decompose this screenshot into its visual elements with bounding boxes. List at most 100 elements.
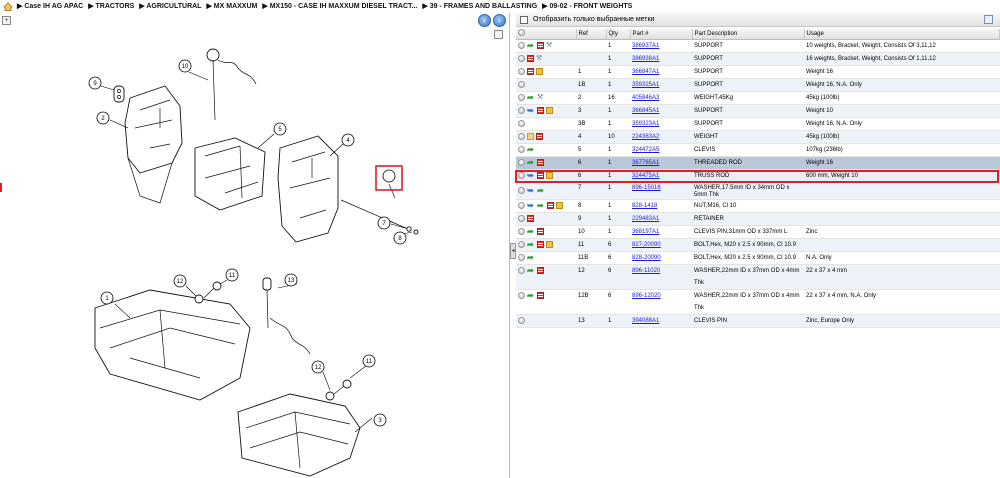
retainer-part-9[interactable] [113,85,125,103]
box-icon[interactable] [546,172,553,179]
green-arrow-icon[interactable]: ➦ [527,42,535,50]
list-icon[interactable] [537,241,544,248]
box-icon[interactable] [536,68,543,75]
table-row[interactable]: 1 1 366847A1 SUPPORT Weight 16 [516,65,1000,79]
home-icon[interactable] [3,2,13,11]
column-header-ref[interactable]: Ref [576,29,607,40]
blue-arrow-icon[interactable]: ➥ [527,107,535,115]
part-number-link[interactable]: 324472A5 [632,147,659,153]
list-icon[interactable] [527,215,534,222]
column-header-usage[interactable]: Usage [804,29,1000,40]
support-part-3[interactable] [237,393,361,477]
part-number-link[interactable]: 367765A1 [632,160,659,166]
callout-label[interactable]: 11 [366,359,373,365]
part-number-link[interactable]: 324475A1 [632,173,659,179]
select-all-header[interactable] [516,29,577,40]
radio-icon[interactable] [518,215,525,222]
radio-icon[interactable] [518,55,525,62]
wrench-icon[interactable]: ⚒ [536,55,543,62]
back-button[interactable]: ‹ [478,14,491,27]
radio-icon[interactable] [518,68,525,75]
part-number-link[interactable]: 896-11020 [632,268,660,274]
callout-label[interactable]: 11 [229,273,236,279]
forward-button[interactable]: › [493,14,506,27]
green-arrow-icon[interactable]: ➦ [527,254,535,262]
table-row[interactable]: 1B 1 359325A1 SUPPORT Weight 16, N.A. Only [516,78,1000,92]
radio-icon[interactable] [518,29,525,37]
green-arrow-icon[interactable]: ➦ [527,146,535,154]
radio-icon[interactable] [518,228,525,235]
part-number-link[interactable]: 828-20090 [632,255,661,261]
breadcrumb-item[interactable]: TRACTORS [96,3,135,10]
table-row[interactable]: ➦ 11 6 827-20090 BOLT,Hex, M20 x 2.5 x 90mm,… [516,238,1000,252]
column-header-part[interactable]: Part # [630,29,693,40]
callout-label[interactable]: 12 [315,365,322,371]
table-row[interactable]: 4 10 224383A2 WEIGHT 45kg (100lb) [516,130,1000,144]
part-number-link[interactable]: 896-15016 [632,185,661,191]
radio-icon[interactable] [518,254,525,261]
part-number-link[interactable]: 366847A1 [632,69,659,75]
part-number-link[interactable]: 359325A1 [632,82,659,88]
part-number-link[interactable]: 229483A1 [632,216,659,222]
table-row[interactable]: ➥ ➦ 7 1 896-15016 WASHER,17.5mm ID x 34mm OD … [516,182,1000,200]
weight-part-2[interactable] [124,85,183,204]
breadcrumb-item[interactable]: MX MAXXUM [214,3,258,10]
zoom-in-icon[interactable]: + [2,16,11,25]
radio-icon[interactable] [518,133,525,140]
list-icon[interactable] [527,68,534,75]
note-icon[interactable] [527,133,534,140]
table-row[interactable]: ➦ 5 1 324472A5 CLEVIS 107kg (236lb) [516,143,1000,157]
part-number-link[interactable]: 827-20090 [632,242,661,248]
list-icon[interactable] [537,107,544,114]
part-number-link[interactable]: 368197A1 [632,229,659,235]
part-number-link[interactable]: 405846A3 [632,95,659,101]
column-header-description[interactable]: Part Description [692,29,805,40]
box-icon[interactable] [556,202,563,209]
truss-rod-part-6[interactable] [340,199,419,235]
radio-icon[interactable] [518,42,525,49]
list-icon[interactable] [537,159,544,166]
list-icon[interactable] [537,228,544,235]
list-icon[interactable] [537,172,544,179]
radio-icon[interactable] [518,159,525,166]
wrench-icon[interactable]: ⚒ [537,94,544,101]
breadcrumb-item[interactable]: 39 - FRAMES AND BALLASTING [430,3,537,10]
table-row[interactable]: 13 1 394088A1 CLEVIS PIN Zinc, Europe Only [516,314,1000,328]
table-row[interactable]: 9 1 229483A1 RETAINER [516,212,1000,226]
green-arrow-icon[interactable]: ➦ [527,267,535,275]
table-row[interactable]: ➦ 12B 6 896-12020 WASHER,22mm ID x 37mm OD x… [516,289,1000,315]
table-row[interactable]: ➦ 12 6 896-11020 WASHER,22mm ID x 37mm OD x … [516,264,1000,290]
radio-icon[interactable] [518,94,525,101]
list-icon[interactable] [537,42,544,49]
callout-label[interactable]: 12 [177,279,184,285]
radio-icon[interactable] [518,107,525,114]
radio-icon[interactable] [518,317,525,324]
weight-part-4[interactable] [277,135,339,243]
table-row[interactable]: ➦ ⚒ 1 386937A1 SUPPORT 10 weights, Bracket, W… [516,39,1000,53]
radio-icon[interactable] [518,172,525,179]
part-number-link[interactable]: 359323A1 [632,121,659,127]
part-number-link[interactable]: 366845A1 [632,108,659,114]
radio-icon[interactable] [518,241,525,248]
callout-label[interactable]: 13 [288,278,295,284]
green-arrow-icon[interactable]: ➦ [527,228,535,236]
list-icon[interactable] [536,133,543,140]
part-number-link[interactable]: 394088A1 [632,318,659,324]
green-arrow-icon[interactable]: ➦ [527,241,535,249]
support-part-1[interactable] [94,289,251,401]
radio-icon[interactable] [518,202,525,209]
table-row[interactable]: ⚒ 1 386938A1 SUPPORT 16 weights, Bracket, We… [516,52,1000,66]
breadcrumb-item[interactable]: AGRICULTURAL [146,3,201,10]
blue-arrow-icon[interactable]: ➥ [527,187,535,195]
table-row[interactable]: ➥ ➦ 8 1 828-1418 NUT,M16, Cl 10 [516,199,1000,213]
radio-icon[interactable] [518,187,525,194]
table-row[interactable]: ➦ 6 1 367765A1 THREADED ROD Weight 16 [516,156,1000,170]
list-icon[interactable] [547,202,554,209]
radio-icon[interactable] [518,292,525,299]
clevis-pin-part-13[interactable] [262,277,311,355]
part-number-link[interactable]: 896-12020 [632,293,661,299]
table-row[interactable]: ➥ 6 1 324475A1 TRUSS ROD 600 mm, Weight 10 [516,169,1000,183]
green-arrow-icon[interactable]: ➦ [527,94,535,102]
box-icon[interactable] [546,241,553,248]
radio-icon[interactable] [518,146,525,153]
